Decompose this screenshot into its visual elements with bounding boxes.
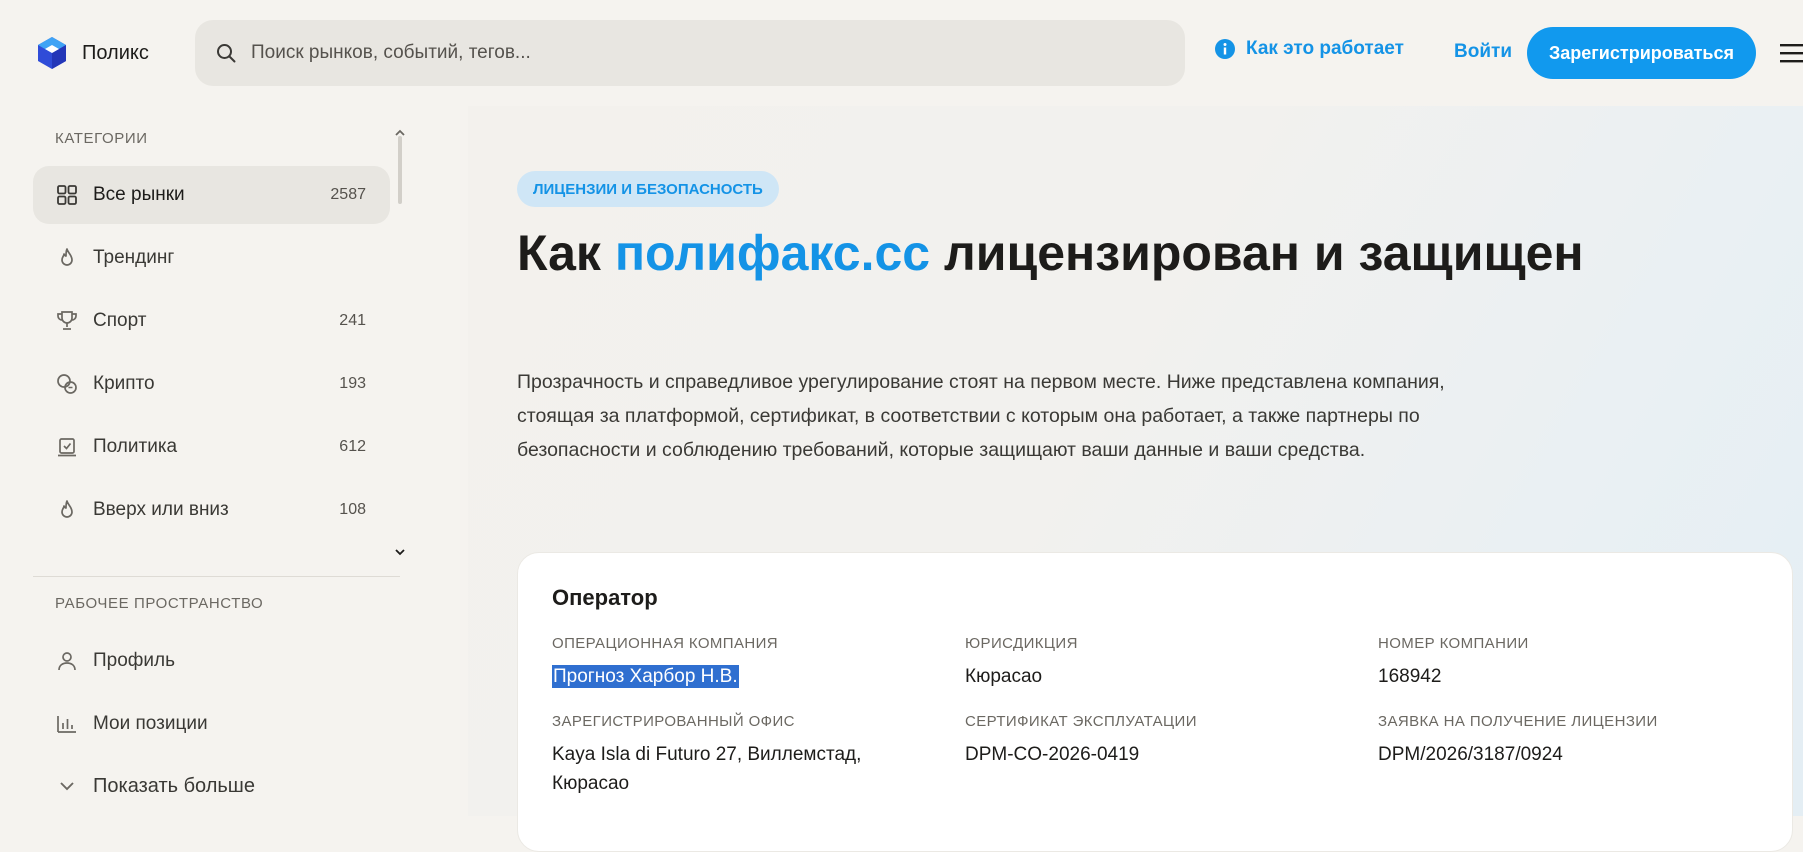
sidebar-item-label: Крипто xyxy=(93,373,155,394)
license-application-field: ЗАЯВКА НА ПОЛУЧЕНИЕ ЛИЦЕНЗИИ DPM/2026/31… xyxy=(1378,713,1758,769)
how-it-works-link[interactable]: Как это работает xyxy=(1214,38,1404,60)
jurisdiction-field: ЮРИСДИКЦИЯ Кюрасао xyxy=(965,635,1345,691)
section-badge: ЛИЦЕНЗИИ И БЕЗОПАСНОСТЬ xyxy=(517,171,779,207)
field-value: Kaya Isla di Futuro 27, Виллемстад, Кюра… xyxy=(552,744,862,794)
company-number-field: НОМЕР КОМПАНИИ 168942 xyxy=(1378,635,1758,691)
main-content: ЛИЦЕНЗИИ И БЕЗОПАСНОСТЬ Как полифакс.сс … xyxy=(468,106,1803,852)
field-label: ЗАЯВКА НА ПОЛУЧЕНИЕ ЛИЦЕНЗИИ xyxy=(1378,713,1658,730)
sidebar-item-sport[interactable]: Спорт 241 xyxy=(33,292,390,350)
sidebar-item-count: 108 xyxy=(339,501,366,518)
sidebar-item-count: 241 xyxy=(339,312,366,329)
sidebar-item-politics[interactable]: Политика 612 xyxy=(33,418,390,476)
sidebar-item-count: 612 xyxy=(339,438,366,455)
title-brand-link[interactable]: полифакс.сс xyxy=(615,225,930,281)
sidebar-item-crypto[interactable]: Крипто 193 xyxy=(33,355,390,413)
title-prefix: Как xyxy=(517,225,615,281)
grid-icon xyxy=(57,185,77,205)
sidebar-item-label: Показать больше xyxy=(93,774,255,797)
bar-chart-icon xyxy=(57,716,76,733)
field-label: ЗАРЕГИСТРИРОВАННЫЙ ОФИС xyxy=(552,713,795,730)
field-value: DPM-CO-2026-0419 xyxy=(965,744,1140,765)
info-icon xyxy=(1215,39,1235,59)
flame-icon xyxy=(61,500,73,518)
categories-title: КАТЕГОРИИ xyxy=(55,130,148,147)
logo[interactable]: Поликс xyxy=(34,33,149,73)
sidebar-item-label: Вверх или вниз xyxy=(93,499,229,520)
chevron-down-icon xyxy=(60,782,74,791)
hamburger-menu-icon[interactable] xyxy=(1780,42,1803,64)
sidebar-item-trending[interactable]: Трендинг xyxy=(33,229,390,287)
search-input[interactable] xyxy=(249,41,1149,65)
sidebar-item-all-markets[interactable]: Все рынки 2587 xyxy=(33,166,390,224)
field-value: DPM/2026/3187/0924 xyxy=(1378,744,1563,765)
flame-icon xyxy=(61,248,73,266)
workspace-title: РАБОЧЕЕ ПРОСТРАНСТВО xyxy=(55,595,264,612)
sidebar-divider xyxy=(33,576,400,577)
sidebar-item-label: Профиль xyxy=(93,650,176,671)
register-button[interactable]: Зарегистрироваться xyxy=(1527,27,1756,79)
logo-text: Поликс xyxy=(82,41,149,64)
trophy-icon xyxy=(57,311,77,330)
logo-mark-icon xyxy=(38,37,66,69)
sidebar-item-label: Трендинг xyxy=(93,247,175,268)
search-bar[interactable] xyxy=(195,20,1185,86)
sidebar-item-label: Все рынки xyxy=(93,184,185,205)
operating-company-field: ОПЕРАЦИОННАЯ КОМПАНИЯ Прогноз Харбор Н.В… xyxy=(552,635,932,691)
sidebar-item-count: 193 xyxy=(339,375,366,392)
field-label: НОМЕР КОМПАНИИ xyxy=(1378,635,1529,652)
sidebar-scrollbar[interactable] xyxy=(398,136,402,204)
field-value: 168942 xyxy=(1378,666,1442,687)
sidebar-item-profile[interactable]: Профиль xyxy=(33,632,390,690)
search-icon xyxy=(217,44,236,63)
show-more-button[interactable]: Показать больше xyxy=(33,757,390,815)
sidebar: КАТЕГОРИИ Все рынки 2587 Трендинг Спорт … xyxy=(0,106,468,816)
sidebar-item-label: Политика xyxy=(93,436,178,457)
selected-text[interactable]: Прогноз Харбор Н.В. xyxy=(552,665,739,688)
sidebar-item-my-positions[interactable]: Мои позиции xyxy=(33,695,390,753)
field-label: ЮРИСДИКЦИЯ xyxy=(965,635,1078,652)
top-header: Поликс Как это работает Войти Зарегистри… xyxy=(0,0,1803,106)
operating-certificate-field: СЕРТИФИКАТ ЭКСПЛУАТАЦИИ DPM-CO-2026-0419 xyxy=(965,713,1345,769)
operator-title: Оператор xyxy=(552,585,658,610)
user-icon xyxy=(58,652,76,671)
ballot-icon xyxy=(58,438,76,457)
field-label: ОПЕРАЦИОННАЯ КОМПАНИЯ xyxy=(552,635,779,652)
sidebar-item-count: 2587 xyxy=(330,186,366,203)
title-suffix: лицензирован и защищен xyxy=(930,225,1584,281)
coins-icon xyxy=(57,374,77,394)
field-label: СЕРТИФИКАТ ЭКСПЛУАТАЦИИ xyxy=(965,713,1197,730)
intro-paragraph: Прозрачность и справедливое урегулирован… xyxy=(517,371,1445,461)
registered-office-field: ЗАРЕГИСТРИРОВАННЫЙ ОФИС Kaya Isla di Fut… xyxy=(552,713,892,798)
sidebar-item-up-or-down[interactable]: Вверх или вниз 108 xyxy=(33,481,390,539)
field-value: Прогноз Харбор Н.В. xyxy=(552,662,932,691)
sidebar-item-label: Спорт xyxy=(93,310,147,331)
sidebar-item-label: Мои позиции xyxy=(93,713,208,734)
login-link[interactable]: Войти xyxy=(1454,41,1512,63)
how-it-works-label: Как это работает xyxy=(1246,38,1404,59)
page-title: Как полифакс.сс лицензирован и защищен xyxy=(517,224,1617,283)
scroll-down-icon[interactable] xyxy=(393,547,407,557)
field-value: Кюрасао xyxy=(965,666,1043,687)
operator-card: Оператор ОПЕРАЦИОННАЯ КОМПАНИЯ Прогноз Х… xyxy=(517,552,1793,852)
